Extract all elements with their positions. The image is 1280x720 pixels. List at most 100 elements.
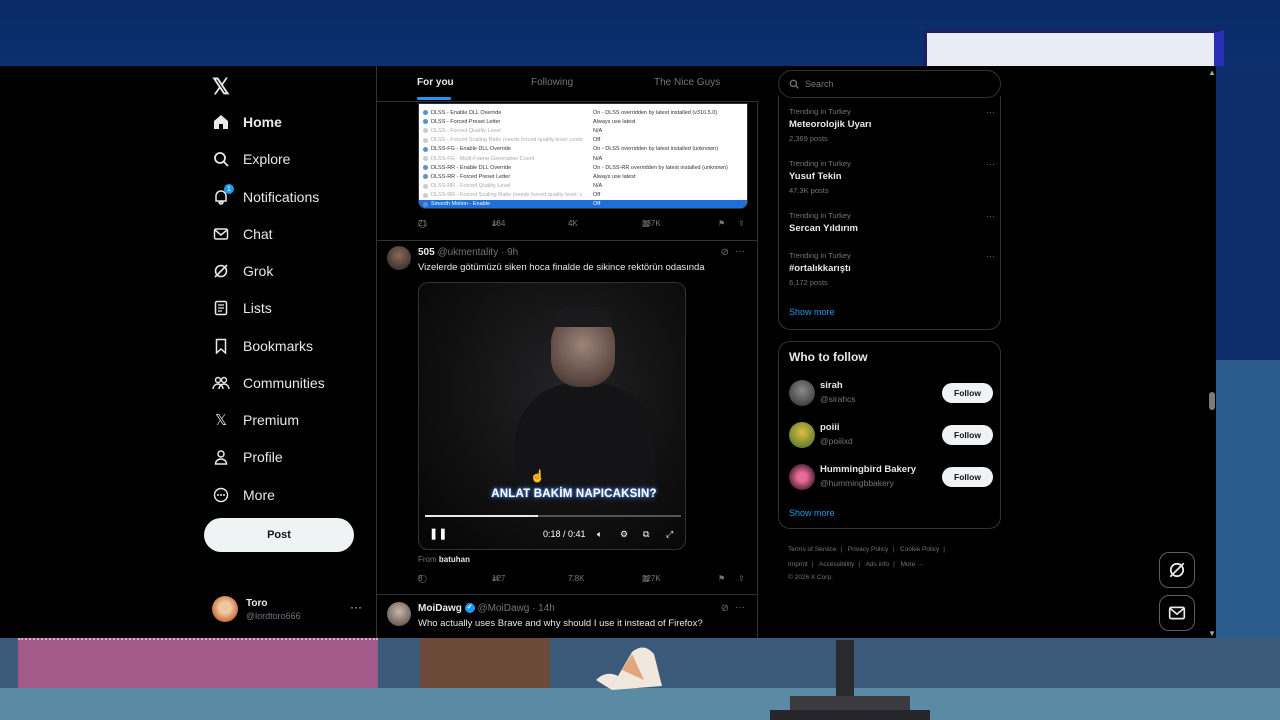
video-source-user[interactable]: batuhan — [439, 555, 470, 564]
scroll-up-icon[interactable]: ▲ — [1208, 68, 1216, 77]
author-name[interactable]: MoiDawg — [418, 603, 462, 614]
views-button[interactable]: ▥ 327K — [642, 574, 661, 583]
follow-suggestion[interactable]: poiii @poiiixd Follow — [789, 420, 993, 450]
ads-info-link[interactable]: Ads info — [866, 561, 890, 568]
sidebar-item-grok[interactable]: Grok — [212, 256, 273, 286]
tweet-actions: ◯ 8 ⇄ 127 ♡ 7.8K ▥ 327K ⚑ ⇪ — [418, 574, 748, 588]
repost-button[interactable]: ⇄ 134 — [492, 219, 505, 228]
page-scrollbar[interactable]: ▲ ▼ — [1208, 66, 1216, 638]
sidebar-item-home[interactable]: Home — [212, 107, 282, 137]
tweet-author[interactable]: MoiDawg ✓ @MoiDawg · 14h — [418, 603, 555, 614]
share-icon: ⇪ — [738, 574, 745, 583]
accessibility-link[interactable]: Accessibility — [819, 561, 854, 568]
more-dots-icon[interactable]: ··· — [735, 602, 745, 613]
divider — [377, 240, 758, 241]
like-button[interactable]: ♡ 7.8K — [568, 574, 584, 583]
communities-icon — [212, 374, 230, 392]
follow-suggestion[interactable]: Hummingbird Bakery @hummingbbakery Follo… — [789, 462, 993, 492]
video-player[interactable]: ANLAT BAKİM NAPICAKSIN? ❚❚ 0:18 / 0:41 🔈… — [418, 282, 686, 550]
more-link[interactable]: More ··· — [901, 561, 924, 568]
search-input[interactable]: Search — [778, 70, 1001, 98]
pip-icon[interactable]: ⧉ — [643, 529, 649, 540]
sidebar-item-bookmarks[interactable]: Bookmarks — [212, 331, 313, 361]
account-name: Toro — [246, 598, 268, 609]
more-dots-icon[interactable]: ··· — [986, 107, 995, 117]
search-icon — [212, 150, 230, 168]
views-button[interactable]: ▥ 337K — [642, 219, 661, 228]
settings-row: DLSS - Forced Scaling Ratio (needs force… — [419, 136, 747, 145]
grok-icon[interactable]: ⊘ — [721, 247, 729, 258]
follow-suggestion[interactable]: sirah @sirahcs Follow — [789, 378, 993, 408]
fullscreen-icon[interactable]: ⤢ — [666, 529, 673, 540]
trends-show-more-link[interactable]: Show more — [789, 307, 835, 317]
more-dots-icon[interactable]: ··· — [350, 600, 362, 614]
like-button[interactable]: ♡ 4K — [568, 219, 578, 228]
reply-button[interactable]: ◯ 8 — [418, 574, 427, 583]
video-source: From batuhan — [418, 555, 471, 564]
trend-item[interactable]: Trending in Turkey Meteorolojik Uyarı 2,… — [789, 107, 995, 143]
repost-button[interactable]: ⇄ 127 — [492, 574, 505, 583]
share-icon: ⇪ — [738, 219, 745, 228]
scrollbar-thumb[interactable] — [1209, 392, 1215, 410]
trend-item[interactable]: Trending in Turkey Yusuf Tekin 47.3K pos… — [789, 159, 995, 195]
sidebar-item-label: Grok — [243, 263, 274, 279]
trend-item[interactable]: Trending in Turkey Sercan Yıldırım ··· — [789, 211, 995, 234]
sidebar-item-more[interactable]: More — [212, 480, 275, 510]
x-logo-icon[interactable]: 𝕏 — [212, 74, 238, 100]
terms-link[interactable]: Terms of Service — [788, 546, 836, 553]
tweet-author[interactable]: 505 @ukmentality · 9h — [418, 247, 518, 258]
cookie-link[interactable]: Cookie Policy — [900, 546, 939, 553]
scroll-down-icon[interactable]: ▼ — [1208, 629, 1216, 638]
sidebar-item-label: Explore — [243, 151, 291, 167]
sidebar-item-lists[interactable]: Lists — [212, 293, 272, 323]
tab-for-you[interactable]: For you — [417, 77, 454, 88]
follow-button[interactable]: Follow — [942, 467, 993, 487]
chart-icon: ▥ — [642, 219, 650, 228]
sidebar-item-label: Lists — [243, 300, 272, 316]
more-dots-icon[interactable]: ··· — [986, 211, 995, 221]
sidebar-item-communities[interactable]: Communities — [212, 368, 325, 398]
setting-bullet-icon — [423, 183, 428, 189]
settings-row: DLSS-RR - Forced Scaling Ratio (needs fo… — [419, 191, 747, 200]
settings-icon[interactable]: ⚙ — [620, 529, 628, 540]
who-to-follow-panel: Who to follow sirah @sirahcs Follow poii… — [778, 341, 1001, 529]
tab-the-nice-guys[interactable]: The Nice Guys — [654, 77, 720, 88]
more-dots-icon[interactable]: ··· — [735, 246, 745, 257]
privacy-link[interactable]: Privacy Policy — [848, 546, 888, 553]
follow-show-more-link[interactable]: Show more — [789, 508, 835, 518]
avatar[interactable] — [387, 602, 411, 626]
account-switcher[interactable]: Toro @lordtoro666 ··· — [212, 596, 368, 626]
notification-badge: 1 — [224, 184, 234, 194]
imprint-link[interactable]: Imprint — [788, 561, 808, 568]
reply-button[interactable]: ◯ 21 — [418, 219, 427, 228]
pause-icon[interactable]: ❚❚ — [429, 527, 447, 540]
grok-icon[interactable]: ⊘ — [721, 603, 729, 614]
background-shelf-art — [1216, 360, 1280, 640]
sidebar-item-notifications[interactable]: 1 Notifications — [212, 182, 319, 212]
video-progress-bar[interactable] — [425, 515, 681, 517]
more-dots-icon[interactable]: ··· — [986, 159, 995, 169]
sidebar-item-chat[interactable]: Chat — [212, 219, 273, 249]
more-dots-icon[interactable]: ··· — [986, 251, 995, 261]
tweet-text: Vizelerde götümüzü siken hoca finalde de… — [418, 262, 705, 273]
background-pink-art — [18, 638, 378, 690]
author-handle[interactable]: @ukmentality · 9h — [437, 247, 518, 258]
sidebar-item-profile[interactable]: Profile — [212, 442, 283, 472]
grok-icon — [1169, 562, 1185, 578]
author-name[interactable]: 505 — [418, 247, 435, 258]
tab-following[interactable]: Following — [531, 77, 573, 88]
settings-row: DLSS-FG - Multi-Frame-Generation Count N/… — [419, 154, 747, 163]
avatar[interactable] — [387, 246, 411, 270]
setting-bullet-icon — [423, 119, 428, 125]
follow-button[interactable]: Follow — [942, 383, 993, 403]
author-handle[interactable]: @MoiDawg · 14h — [477, 603, 554, 614]
follow-button[interactable]: Follow — [942, 425, 993, 445]
sidebar-item-explore[interactable]: Explore — [212, 144, 290, 174]
tweet-image-screenshot[interactable]: DLSS - Enable DLL Override On - DLSS over… — [418, 103, 748, 209]
sidebar-item-premium[interactable]: 𝕏 Premium — [212, 405, 299, 435]
trend-item[interactable]: Trending in Turkey #ortalıkkarıştı 6,172… — [789, 251, 995, 287]
volume-icon[interactable]: 🔈︎ — [597, 529, 602, 540]
post-button[interactable]: Post — [204, 518, 354, 552]
grok-fab-button[interactable] — [1159, 552, 1195, 588]
messages-fab-button[interactable] — [1159, 595, 1195, 631]
